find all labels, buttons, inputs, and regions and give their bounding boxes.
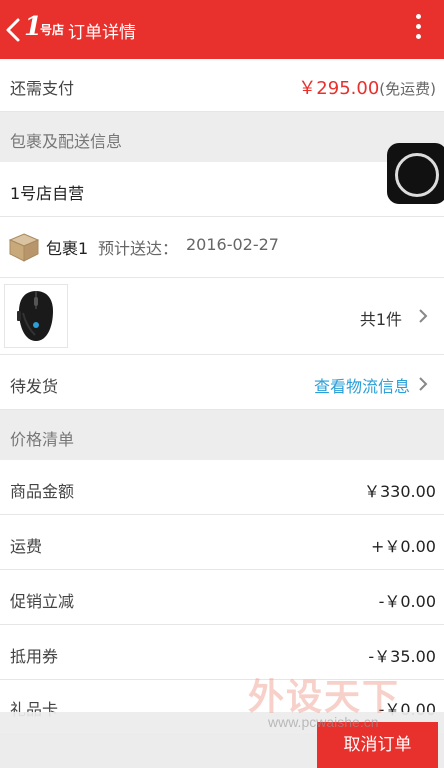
price-section-header: 价格清单 xyxy=(0,410,444,460)
store-logo: 1 号店 xyxy=(24,12,65,42)
price-row-goods: 商品金额 ￥330.00 xyxy=(0,460,444,515)
shipping-section-title: 包裹及配送信息 xyxy=(10,132,123,151)
payment-amount: ￥295.00 xyxy=(298,78,380,99)
store-name: 1号店自营 xyxy=(10,184,85,203)
floating-assistive-button[interactable] xyxy=(387,143,444,204)
payment-row: 还需支付 ￥295.00(免运费) xyxy=(0,59,444,112)
chevron-right-icon xyxy=(419,309,428,323)
price-value: ￥330.00 xyxy=(364,482,436,501)
view-logistics-link[interactable]: 查看物流信息 xyxy=(314,373,410,397)
package-name: 包裹1 xyxy=(46,239,89,258)
price-value: -￥0.00 xyxy=(378,592,436,611)
eta-date: 2016-02-27 xyxy=(186,235,279,254)
price-label: 运费 xyxy=(10,537,43,556)
eta-label: 预计送达： xyxy=(98,239,179,258)
payment-label: 还需支付 xyxy=(10,79,75,98)
payment-amount-group: ￥295.00(免运费) xyxy=(298,74,436,100)
price-value: -￥35.00 xyxy=(368,647,436,666)
circle-icon xyxy=(395,153,439,197)
package-row: 包裹1 预计送达： 2016-02-27 xyxy=(0,217,444,278)
price-label: 抵用券 xyxy=(10,647,59,666)
logistics-row: 待发货 查看物流信息 xyxy=(0,355,444,410)
price-value: +￥0.00 xyxy=(370,537,436,556)
price-row-promotion: 促销立减 -￥0.00 xyxy=(0,570,444,625)
price-label: 促销立减 xyxy=(10,592,75,611)
package-box-icon xyxy=(8,233,40,262)
product-thumbnail[interactable] xyxy=(4,284,68,348)
header-bar: 1 号店 订单详情 xyxy=(0,0,444,59)
back-arrow-icon[interactable] xyxy=(2,16,26,44)
cancel-order-button[interactable]: 取消订单 xyxy=(317,722,438,768)
price-label: 商品金额 xyxy=(10,482,75,501)
page-title: 订单详情 xyxy=(68,23,136,43)
store-row: 1号店自营 xyxy=(0,162,444,217)
item-count: 共1件 xyxy=(359,310,402,329)
price-section-title: 价格清单 xyxy=(10,430,75,449)
gaming-mouse-image xyxy=(17,291,53,341)
price-row-coupon: 抵用券 -￥35.00 xyxy=(0,625,444,680)
more-menu-icon[interactable] xyxy=(414,14,422,44)
price-row-shipping: 运费 +￥0.00 xyxy=(0,515,444,570)
order-status: 待发货 xyxy=(10,377,59,396)
shipping-section-header: 包裹及配送信息 xyxy=(0,112,444,162)
shipping-free-note: (免运费) xyxy=(379,80,436,98)
chevron-right-icon[interactable] xyxy=(418,376,428,392)
